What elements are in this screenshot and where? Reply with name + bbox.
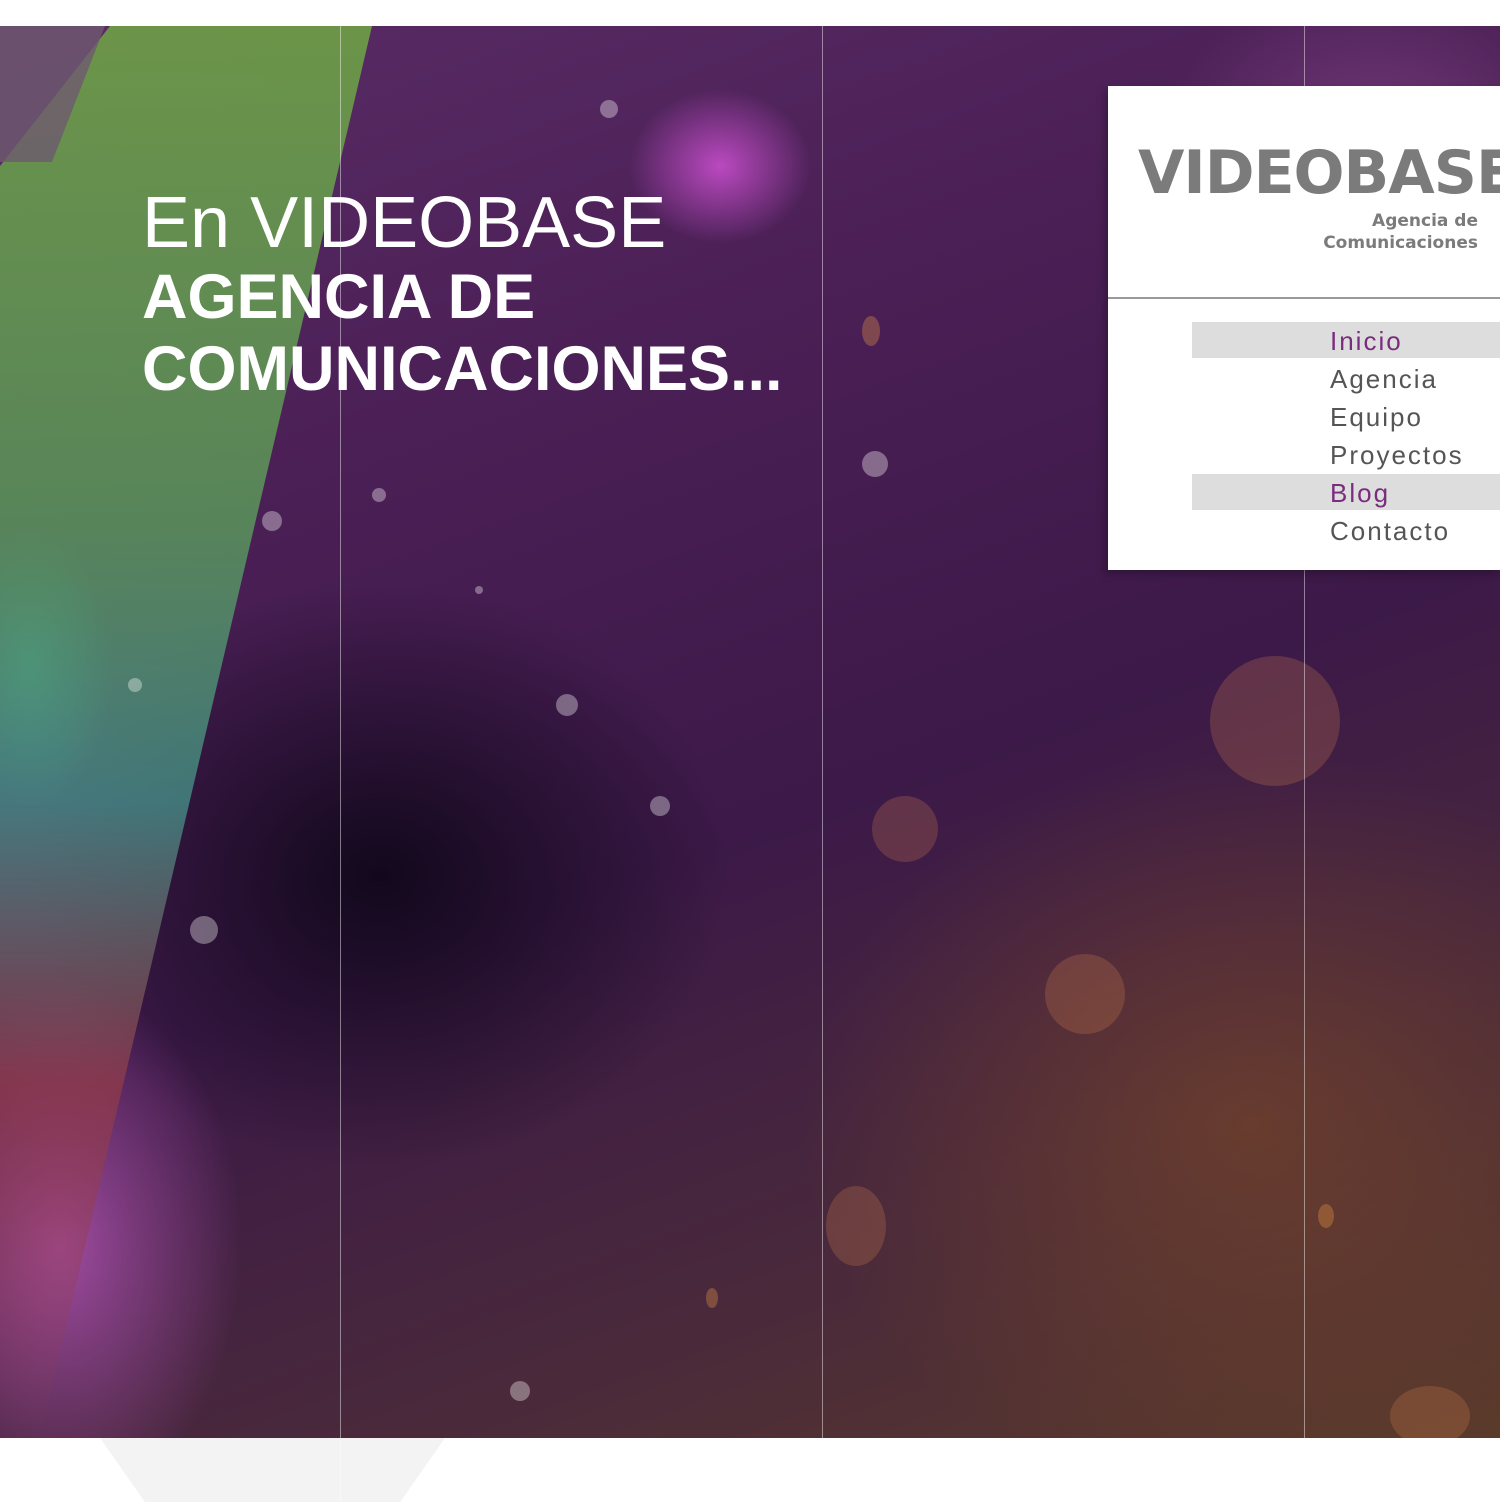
logo-tagline: Agencia de Comunicaciones (1323, 210, 1478, 254)
panel-divider (1108, 297, 1500, 299)
bokeh-particle (190, 916, 218, 944)
bokeh-particle (1390, 1386, 1470, 1438)
menu-item-contacto[interactable]: Contacto (1108, 512, 1500, 550)
headline-emphasis-line1: AGENCIA DE (142, 262, 536, 332)
menu-item-label: Blog (1330, 478, 1391, 508)
bottom-decorative-shape (100, 1438, 445, 1502)
bokeh-particle (475, 586, 483, 594)
logo-tagline-line1: Agencia de (1372, 211, 1478, 231)
menu-item-blog[interactable]: Blog (1108, 474, 1500, 512)
bokeh-particle (1045, 954, 1125, 1034)
bokeh-particle (862, 451, 888, 477)
logo-wordmark: VIDEOBASE (1138, 138, 1500, 208)
bokeh-particle (510, 1381, 530, 1401)
bokeh-particle (872, 796, 938, 862)
menu-item-proyectos[interactable]: Proyectos (1108, 436, 1500, 474)
menu-item-label: Inicio (1330, 326, 1403, 356)
menu-item-equipo[interactable]: Equipo (1108, 398, 1500, 436)
bokeh-particle (826, 1186, 886, 1266)
headline-intro: En VIDEOBASE (142, 183, 667, 263)
bokeh-particle (128, 678, 142, 692)
menu-item-label: Proyectos (1330, 440, 1464, 470)
bokeh-particle (862, 316, 880, 346)
headline-emphasis-line2: COMUNICACIONES... (142, 334, 783, 404)
menu-item-agencia[interactable]: Agencia (1108, 360, 1500, 398)
menu-item-label: Contacto (1330, 516, 1451, 546)
bokeh-particle (1210, 656, 1340, 786)
menu-item-label: Equipo (1330, 402, 1423, 432)
bokeh-particle (1318, 1204, 1334, 1228)
bokeh-particle (706, 1288, 718, 1308)
logo-tagline-line2: Comunicaciones (1323, 233, 1478, 253)
bokeh-particle (372, 488, 386, 502)
bokeh-particle (600, 100, 618, 118)
grid-divider (822, 26, 823, 1502)
bokeh-particle (556, 694, 578, 716)
navigation-panel: VIDEOBASE Agencia de Comunicaciones Inic… (1108, 86, 1500, 570)
bokeh-particle (650, 796, 670, 816)
menu-item-label: Agencia (1330, 364, 1438, 394)
hero-headline: En VIDEOBASE AGENCIA DE COMUNICACIONES..… (142, 185, 783, 405)
menu-item-inicio[interactable]: Inicio (1108, 322, 1500, 360)
main-menu: Inicio Agencia Equipo Proyectos Blog Con… (1108, 322, 1500, 550)
bokeh-particle (262, 511, 282, 531)
brand-logo[interactable]: VIDEOBASE Agencia de Comunicaciones (1108, 86, 1500, 298)
